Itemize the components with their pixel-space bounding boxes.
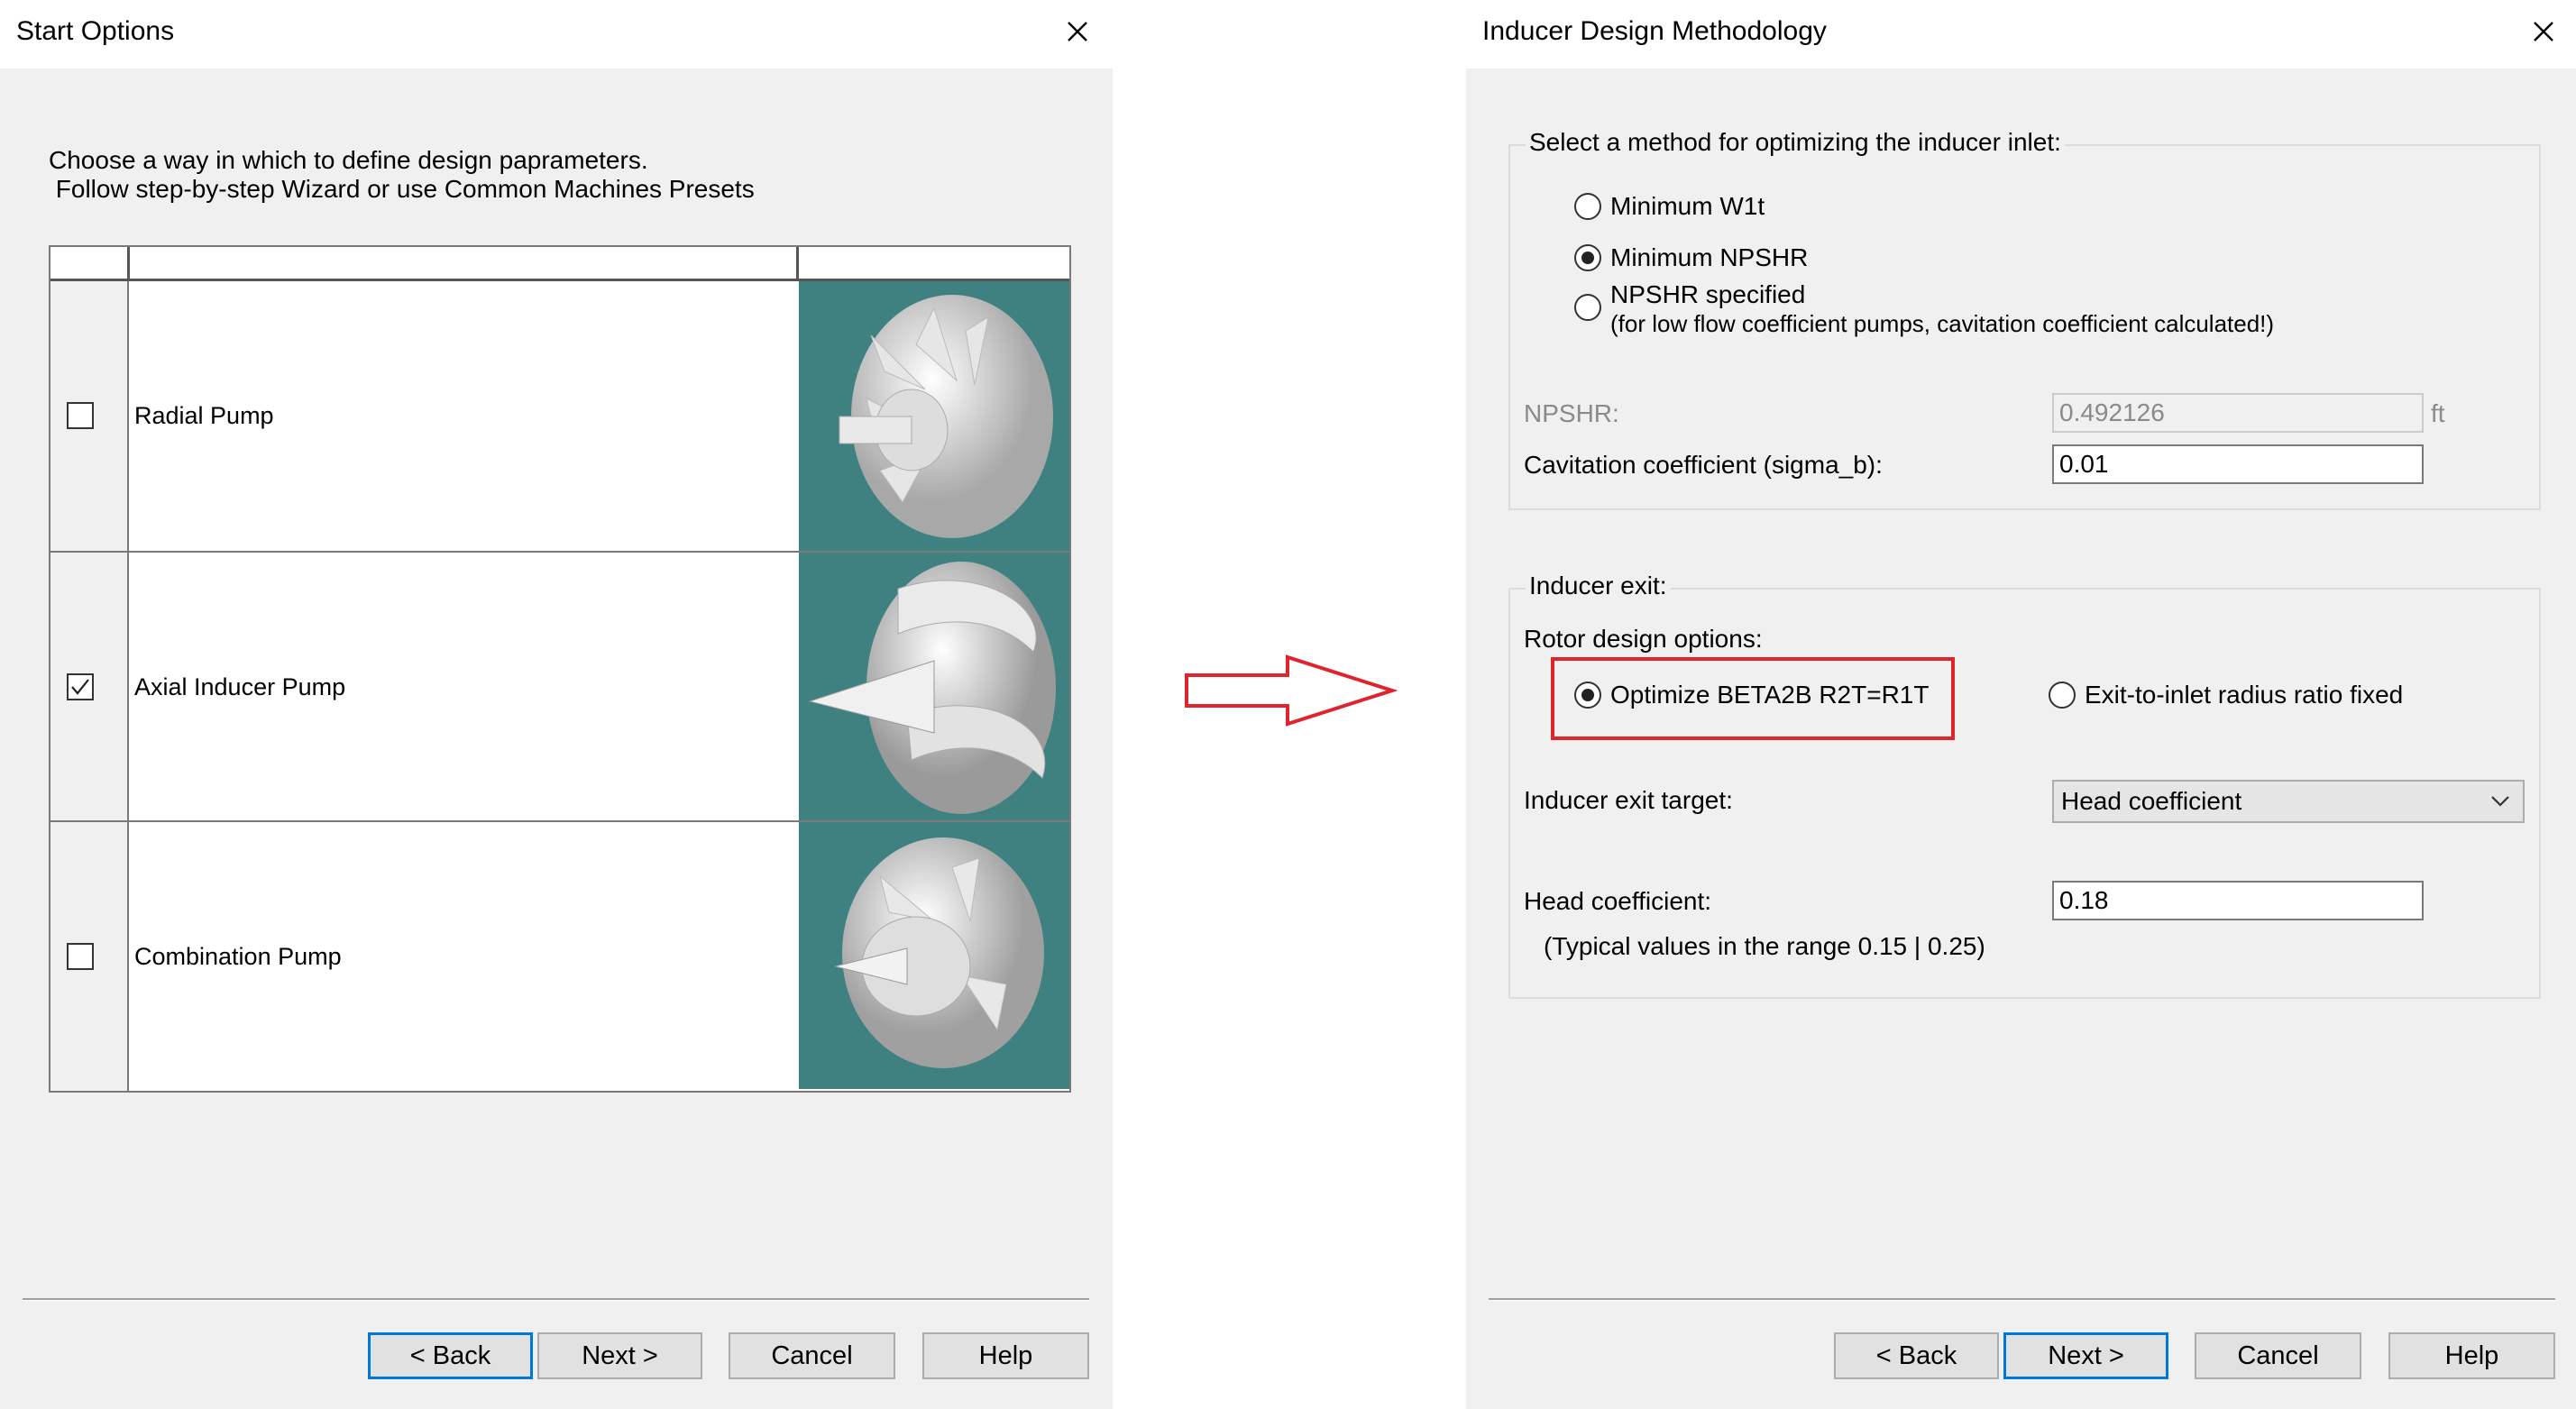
inducer-exit-target-label: Inducer exit target: <box>1524 786 1733 814</box>
inducer-design-dialog: Inducer Design Methodology Select a meth… <box>1466 0 2576 1409</box>
row-label-radial-pump: Radial Pump <box>134 402 274 429</box>
exit-to-inlet-ratio-radio[interactable] <box>2049 682 2076 709</box>
intro-text: Choose a way in which to define design p… <box>49 146 755 203</box>
head-coefficient-label: Head coefficient: <box>1524 887 1712 915</box>
row-label-axial-inducer-pump: Axial Inducer Pump <box>134 673 346 700</box>
close-icon[interactable] <box>1055 9 1100 54</box>
next-button[interactable]: Next > <box>2003 1332 2168 1379</box>
npshr-unit: ft <box>2431 399 2445 427</box>
minimum-w1t-radio[interactable] <box>1574 193 1601 220</box>
npshr-specified-note: (for low flow coefficient pumps, cavitat… <box>1610 310 2275 337</box>
title-bar: Start Options <box>0 0 1113 69</box>
dropdown-value: Head coefficient <box>2061 787 2242 815</box>
separator <box>23 1298 1089 1301</box>
exit-to-inlet-ratio-label: Exit-to-inlet radius ratio fixed <box>2085 681 2404 709</box>
combination-pump-image <box>799 822 1069 1089</box>
axial-inducer-image <box>799 553 1069 820</box>
table-header <box>50 247 1069 281</box>
rotor-design-options-label: Rotor design options: <box>1524 625 1763 653</box>
npshr-specified-label: NPSHR specified <box>1610 280 1806 308</box>
chevron-down-icon <box>2491 796 2509 807</box>
help-button[interactable]: Help <box>922 1332 1089 1379</box>
dialog-title: Inducer Design Methodology <box>1482 16 1827 46</box>
back-button[interactable]: < Back <box>1834 1332 1999 1379</box>
inlet-group-label: Select a method for optimizing the induc… <box>1526 128 2065 157</box>
back-button[interactable]: < Back <box>368 1332 533 1379</box>
combination-pump-checkbox[interactable] <box>67 943 94 970</box>
radial-pump-checkbox[interactable] <box>67 402 94 429</box>
title-bar: Inducer Design Methodology <box>1466 0 2576 69</box>
next-button[interactable]: Next > <box>537 1332 702 1379</box>
separator <box>1489 1298 2555 1301</box>
head-coefficient-field[interactable]: 0.18 <box>2052 881 2424 920</box>
cavitation-coefficient-label: Cavitation coefficient (sigma_b): <box>1524 451 1883 479</box>
typical-values-note: (Typical values in the range 0.15 | 0.25… <box>1544 932 1985 960</box>
highlight-box <box>1551 657 1955 740</box>
checkmark-icon <box>71 679 89 695</box>
minimum-npshr-label: Minimum NPSHR <box>1610 243 1809 271</box>
cancel-button[interactable]: Cancel <box>2195 1332 2361 1379</box>
row-label-combination-pump: Combination Pump <box>134 943 342 970</box>
npshr-specified-radio[interactable] <box>1574 294 1601 321</box>
npshr-label: NPSHR: <box>1524 399 1619 427</box>
right-arrow-icon <box>1185 654 1398 727</box>
help-button[interactable]: Help <box>2388 1332 2555 1379</box>
machine-presets-table: Radial Pump Axial Inducer Pump Combinati… <box>49 245 1071 1093</box>
radial-pump-image <box>799 281 1069 551</box>
inducer-exit-target-dropdown[interactable]: Head coefficient <box>2052 780 2525 823</box>
minimum-w1t-label: Minimum W1t <box>1610 192 1765 220</box>
inducer-exit-label: Inducer exit: <box>1526 572 1671 600</box>
npshr-field[interactable]: 0.492126 <box>2052 393 2424 433</box>
start-options-dialog: Start Options Choose a way in which to d… <box>0 0 1113 1409</box>
axial-inducer-pump-checkbox[interactable] <box>67 673 94 700</box>
minimum-npshr-radio[interactable] <box>1574 244 1601 271</box>
dialog-title: Start Options <box>16 16 175 46</box>
cavitation-coefficient-field[interactable]: 0.01 <box>2052 444 2424 484</box>
cancel-button[interactable]: Cancel <box>729 1332 895 1379</box>
close-icon[interactable] <box>2521 9 2566 54</box>
